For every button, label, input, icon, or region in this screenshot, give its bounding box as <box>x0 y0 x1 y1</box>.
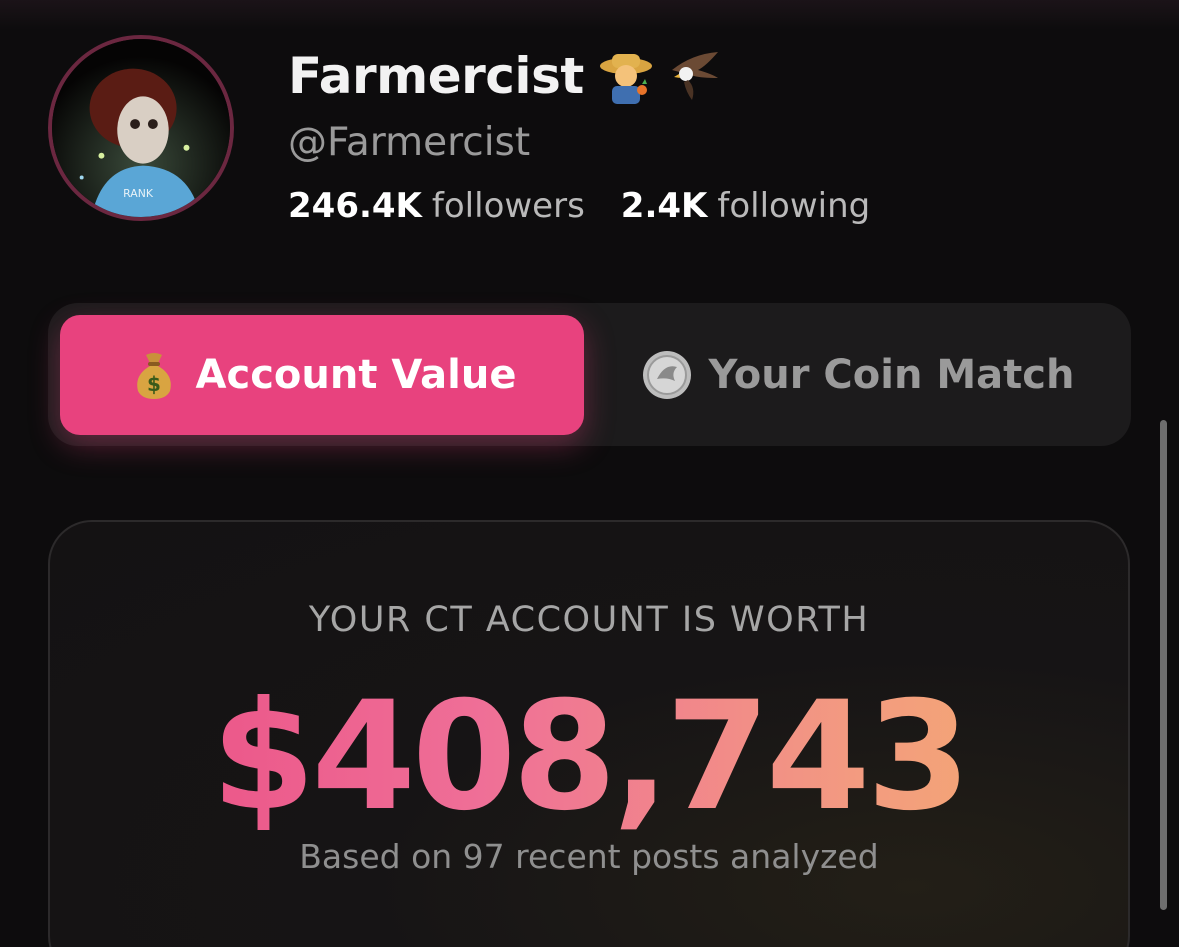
svg-text:$: $ <box>147 372 161 396</box>
account-value-amount: $408,743 <box>50 670 1128 844</box>
account-value-card: YOUR CT ACCOUNT IS WORTH $408,743 Based … <box>48 520 1130 947</box>
display-name: Farmercist <box>288 47 584 105</box>
following-label: following <box>717 186 871 226</box>
profile-screen: RANK Farmercist @Farmercist 246.4K follo… <box>0 0 1179 947</box>
card-footnote: Based on 97 recent posts analyzed <box>299 837 879 876</box>
name-row: Farmercist <box>288 44 724 108</box>
followers-label: followers <box>431 186 585 226</box>
money-bag-icon: $ <box>128 349 180 401</box>
tab-account-value[interactable]: $ Account Value <box>60 315 584 435</box>
tab-account-value-label: Account Value <box>195 352 517 398</box>
avatar[interactable]: RANK <box>48 35 234 221</box>
tab-bar: $ Account Value Your Coin Match <box>48 303 1131 446</box>
tab-coin-match-label: Your Coin Match <box>708 352 1075 398</box>
followers-count: 246.4K <box>288 186 422 226</box>
coin-icon <box>641 349 693 401</box>
svg-text:RANK: RANK <box>123 187 154 200</box>
followers-stat[interactable]: 246.4K followers <box>288 186 585 226</box>
farmer-emoji-icon <box>598 48 654 104</box>
follow-stats: 246.4K followers 2.4K following <box>288 186 870 226</box>
card-label: YOUR CT ACCOUNT IS WORTH <box>308 600 870 640</box>
following-count: 2.4K <box>620 186 708 226</box>
following-stat[interactable]: 2.4K following <box>621 186 870 226</box>
eagle-emoji-icon <box>668 48 724 104</box>
tab-coin-match[interactable]: Your Coin Match <box>596 315 1119 435</box>
user-handle: @Farmercist <box>288 120 531 165</box>
scrollbar[interactable] <box>1160 420 1167 910</box>
top-bar <box>0 0 1179 30</box>
